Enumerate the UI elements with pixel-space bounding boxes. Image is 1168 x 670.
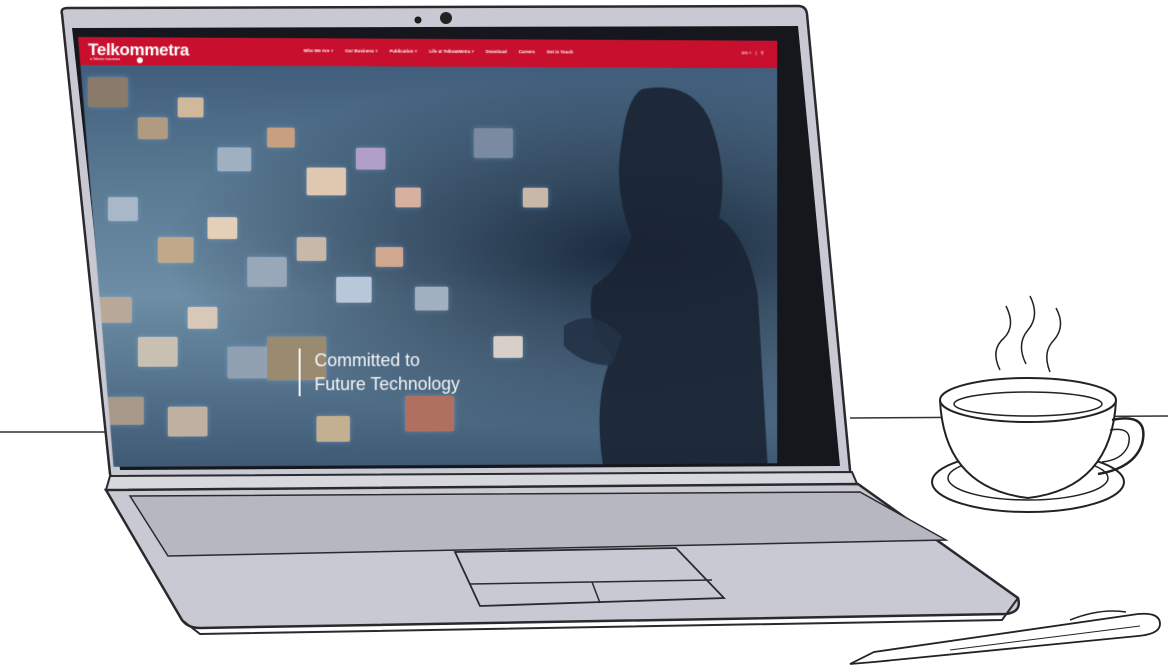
nav-item-get-in-touch[interactable]: Get in Touch — [547, 49, 574, 54]
media-tile — [356, 148, 386, 170]
media-tile — [493, 336, 522, 358]
hero-line-1: Committed to — [314, 350, 420, 371]
language-select[interactable]: EN ˅ — [742, 50, 752, 56]
scene: Telkommetra a Telkom Indonesia Who We Ar… — [0, 0, 1168, 670]
media-tile — [217, 147, 251, 171]
search-icon[interactable]: ⚲ — [760, 50, 763, 56]
media-tile — [138, 117, 168, 139]
telkom-mark-icon — [136, 56, 144, 64]
media-tile — [208, 217, 238, 239]
media-tile — [316, 416, 350, 442]
media-tile — [307, 167, 346, 195]
media-tile — [297, 237, 327, 261]
media-tile — [395, 188, 421, 208]
nav-item-life[interactable]: Life at TelkomMetra ˅ — [429, 49, 474, 54]
media-tile — [405, 396, 454, 432]
main-nav: Who We Are ˅ Our Business ˅ Publication … — [304, 48, 574, 54]
nav-item-publication[interactable]: Publication ˅ — [390, 49, 418, 54]
media-tile — [108, 197, 138, 221]
hero-headline: Committed to Future Technology — [299, 348, 460, 396]
touchpad — [453, 547, 727, 607]
media-tile — [138, 337, 178, 367]
media-tile — [247, 257, 287, 287]
media-tile — [98, 297, 132, 323]
media-tile — [376, 247, 404, 267]
media-tile — [267, 128, 295, 148]
webcam-light — [414, 16, 422, 24]
nav-item-who-we-are[interactable]: Who We Are ˅ — [304, 48, 334, 53]
coffee-cup-icon — [931, 295, 1145, 513]
media-tile — [168, 406, 208, 436]
hero-line-2: Future Technology — [314, 373, 460, 395]
pen-icon — [849, 610, 1161, 665]
brand-name-part2: metra — [144, 40, 189, 60]
brand-tagline: a Telkom Indonesia — [89, 57, 121, 62]
nav-divider: | — [755, 50, 757, 56]
browser-screen: Telkommetra a Telkom Indonesia Who We Ar… — [78, 37, 777, 467]
site-header: Telkommetra a Telkom Indonesia Who We Ar… — [78, 37, 777, 68]
media-tile — [188, 307, 218, 329]
language-switcher: EN ˅ | ⚲ — [742, 50, 764, 56]
nav-item-our-business[interactable]: Our Business ˅ — [345, 48, 378, 53]
media-tile — [336, 277, 371, 303]
media-tile — [108, 397, 144, 425]
webcam-icon — [440, 12, 452, 24]
nav-item-careers[interactable]: Careers — [519, 49, 535, 54]
person-silhouette — [525, 69, 768, 465]
media-tile — [227, 347, 269, 379]
media-tile — [158, 237, 194, 263]
media-tile — [415, 287, 448, 311]
media-tile — [178, 97, 204, 117]
media-tile — [474, 128, 513, 158]
media-tile — [88, 77, 128, 107]
nav-item-download[interactable]: Download — [486, 49, 507, 54]
